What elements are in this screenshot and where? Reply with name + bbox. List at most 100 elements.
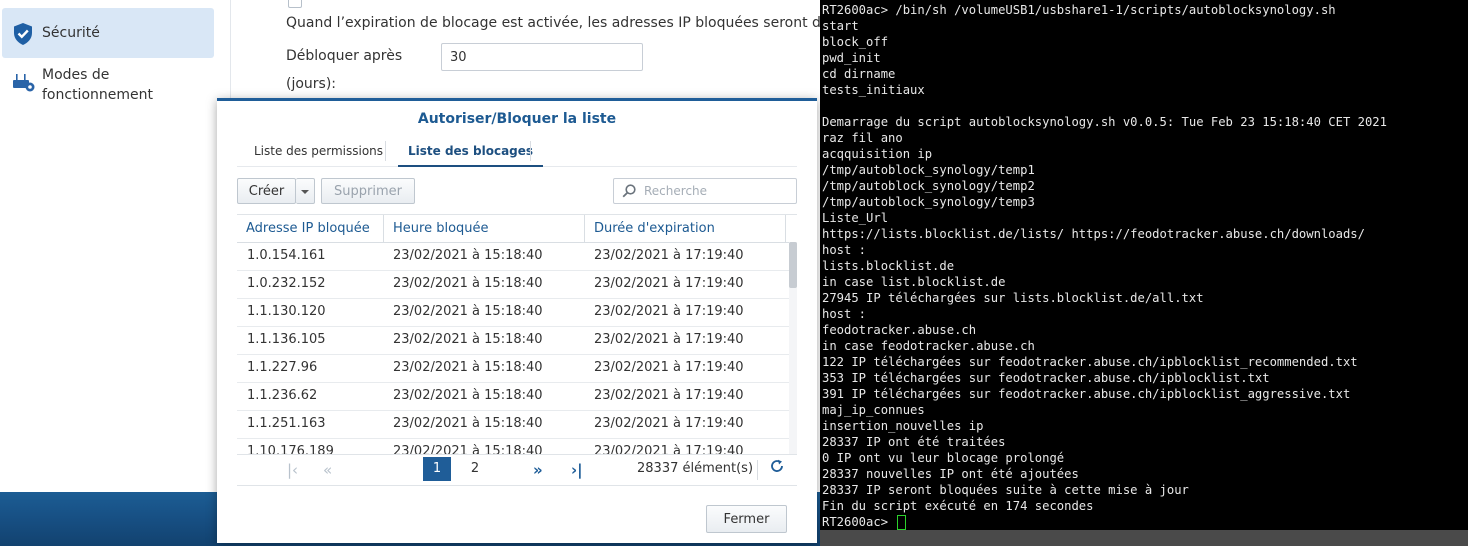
terminal-line: 27945 IP téléchargées sur lists.blocklis…: [822, 291, 1204, 305]
terminal-line: Demarrage du script autoblocksynology.sh…: [822, 115, 1387, 129]
cell-expiration: 23/02/2021 à 17:19:40: [594, 304, 744, 319]
cell-blocked-time: 23/02/2021 à 15:18:40: [393, 332, 543, 347]
terminal-line: host :: [822, 243, 867, 257]
tab-blocklist[interactable]: Liste des blocages: [398, 136, 544, 167]
prev-page-icon[interactable]: «: [323, 461, 332, 479]
expiration-checkbox[interactable]: [288, 0, 302, 8]
table-row[interactable]: 1.1.236.62 23/02/2021 à 15:18:40 23/02/202…: [237, 382, 789, 411]
terminal-prompt: RT2600ac>: [822, 515, 896, 529]
cell-ip: 1.1.136.105: [247, 332, 326, 347]
column-header-expiration[interactable]: Durée d'expiration: [585, 215, 786, 242]
column-header-blocked-time[interactable]: Heure bloquée: [384, 215, 585, 242]
table-row[interactable]: 1.1.251.163 23/02/2021 à 15:18:40 23/02/20…: [237, 410, 789, 439]
terminal-line: maj_ip_connues: [822, 403, 925, 417]
terminal-line: tests_initiaux: [822, 83, 925, 97]
table-row[interactable]: 1.0.232.152 23/02/2021 à 15:18:40 23/02/20…: [237, 270, 789, 299]
shield-icon: [12, 22, 34, 50]
cell-ip: 1.10.176.189: [247, 444, 334, 455]
terminal-line: pwd_init: [822, 51, 881, 65]
terminal-prompt-line[interactable]: RT2600ac>: [822, 514, 1387, 530]
settings-panel: Quand l’expiration de blocage est activé…: [230, 0, 869, 100]
cell-expiration: 23/02/2021 à 17:19:40: [594, 416, 744, 431]
create-dropdown-button[interactable]: [296, 178, 315, 204]
expiration-note: Quand l’expiration de blocage est activé…: [286, 15, 869, 31]
caret-down-icon: [301, 189, 309, 194]
terminal-line: feodotracker.abuse.ch: [822, 323, 977, 337]
unblock-days-input[interactable]: [441, 43, 643, 71]
close-button[interactable]: Fermer: [706, 505, 787, 533]
terminal-line: 0 IP ont vu leur blocage prolongé: [822, 451, 1065, 465]
search-field[interactable]: Recherche: [613, 178, 797, 204]
terminal-line: cd dirname: [822, 67, 896, 81]
page-1-button[interactable]: 1: [423, 457, 451, 481]
cell-ip: 1.1.236.62: [247, 388, 318, 403]
cell-ip: 1.0.154.161: [247, 248, 326, 263]
tab-permissions[interactable]: Liste des permissions: [244, 136, 393, 166]
terminal-line: 122 IP téléchargées sur feodotracker.abu…: [822, 355, 1358, 369]
terminal-line: Liste_Url: [822, 211, 889, 225]
tab-bar: Liste des permissions Liste des blocages: [237, 136, 797, 167]
terminal-line: 391 IP téléchargées sur feodotracker.abu…: [822, 387, 1351, 401]
pagination: |‹ « 1 2 » ›| 28337 élément(s): [237, 454, 797, 486]
terminal-cursor: [897, 515, 907, 530]
cell-expiration: 23/02/2021 à 17:19:40: [594, 332, 744, 347]
scrollbar-thumb[interactable]: [789, 242, 797, 288]
pager-separator: [757, 460, 758, 480]
refresh-icon[interactable]: [770, 459, 784, 477]
terminal-status-bar: [820, 530, 1468, 546]
create-button[interactable]: Créer: [237, 178, 296, 204]
cell-ip: 1.1.130.120: [247, 304, 326, 319]
terminal-line: lists.blocklist.de: [822, 259, 955, 273]
table-row[interactable]: 1.0.154.161 23/02/2021 à 15:18:40 23/02/20…: [237, 242, 789, 271]
sidebar-item-label: Modes de fonctionnement: [42, 67, 153, 103]
search-placeholder: Recherche: [644, 184, 708, 198]
cell-ip: 1.1.227.96: [247, 360, 318, 375]
table-row[interactable]: 1.1.227.96 23/02/2021 à 15:18:40 23/02/202…: [237, 354, 789, 383]
terminal-line: RT2600ac> /bin/sh /volumeUSB1/usbshare1-…: [822, 3, 1336, 17]
tab-separator: [530, 141, 531, 161]
terminal-line: start: [822, 19, 859, 33]
sidebar-item-security[interactable]: Sécurité: [2, 8, 214, 58]
dialog-title: Autoriser/Bloquer la liste: [417, 111, 617, 127]
column-header-ip[interactable]: Adresse IP bloquée: [237, 215, 384, 242]
last-page-icon[interactable]: ›|: [571, 461, 583, 479]
item-count: 28337 élément(s): [637, 461, 754, 476]
cell-ip: 1.1.251.163: [247, 416, 326, 431]
cell-blocked-time: 23/02/2021 à 15:18:40: [393, 444, 543, 455]
cell-ip: 1.0.232.152: [247, 276, 326, 291]
terminal-line: insertion_nouvelles ip: [822, 419, 984, 433]
router-gear-icon: [12, 71, 36, 97]
first-page-icon[interactable]: |‹: [287, 461, 298, 479]
terminal-line: in case list.blocklist.de: [822, 275, 1006, 289]
search-icon: [622, 184, 636, 202]
blocklist-table: Adresse IP bloquée Heure bloquée Durée d…: [237, 214, 797, 455]
terminal-window[interactable]: RT2600ac> /bin/sh /volumeUSB1/usbshare1-…: [820, 0, 1468, 546]
terminal-line: /tmp/autoblock_synology/temp3: [822, 195, 1035, 209]
sidebar: Sécurité Modes de fonctionnement: [0, 0, 231, 492]
table-row[interactable]: 1.1.130.120 23/02/2021 à 15:18:40 23/02/20…: [237, 298, 789, 327]
unblock-unit-label: (jours):: [286, 76, 337, 92]
cell-expiration: 23/02/2021 à 17:19:40: [594, 248, 744, 263]
allow-block-list-dialog: Autoriser/Bloquer la liste Liste des per…: [217, 98, 817, 543]
page-2-button[interactable]: 2: [461, 457, 489, 481]
terminal-line: 28337 IP ont été traitées: [822, 435, 1006, 449]
terminal-output: RT2600ac> /bin/sh /volumeUSB1/usbshare1-…: [822, 2, 1387, 530]
terminal-line: acqquisition ip: [822, 147, 933, 161]
tab-separator: [385, 141, 386, 161]
terminal-line: host :: [822, 307, 867, 321]
table-row[interactable]: 1.10.176.189 23/02/2021 à 15:18:40 23/02/2…: [237, 438, 789, 455]
cell-blocked-time: 23/02/2021 à 15:18:40: [393, 276, 543, 291]
cell-blocked-time: 23/02/2021 à 15:18:40: [393, 416, 543, 431]
unblock-after-label: Débloquer après: [286, 48, 403, 64]
terminal-line: in case feodotracker.abuse.ch: [822, 339, 1035, 353]
sidebar-item-label: Sécurité: [42, 25, 100, 41]
sidebar-item-operation-modes[interactable]: Modes de fonctionnement: [2, 63, 214, 107]
table-header: Adresse IP bloquée Heure bloquée Durée d…: [237, 215, 789, 243]
next-page-icon[interactable]: »: [533, 461, 543, 479]
cell-blocked-time: 23/02/2021 à 15:18:40: [393, 388, 543, 403]
terminal-line: raz fil ano: [822, 131, 903, 145]
cell-expiration: 23/02/2021 à 17:19:40: [594, 444, 744, 455]
delete-button[interactable]: Supprimer: [321, 178, 415, 204]
table-row[interactable]: 1.1.136.105 23/02/2021 à 15:18:40 23/02/20…: [237, 326, 789, 355]
